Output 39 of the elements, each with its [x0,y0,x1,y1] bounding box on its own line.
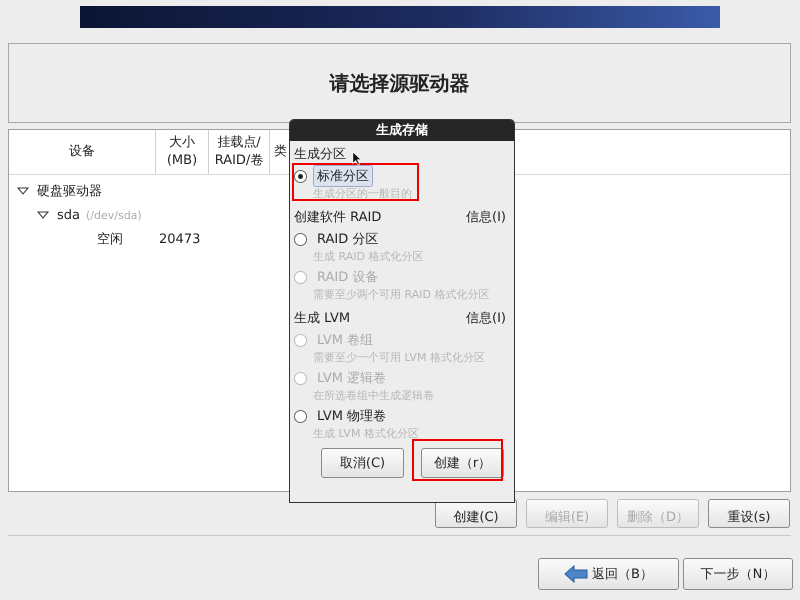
mouse-pointer-icon [352,151,362,166]
option-label: LVM 逻辑卷 [316,370,388,388]
section-heading: 生成分区 [294,146,346,163]
back-button[interactable]: 返回（B） [538,558,679,590]
expanded-triangle-icon[interactable] [17,185,29,197]
info-link[interactable]: 信息(I) [466,309,506,327]
dialog-title: 生成存储 [290,120,514,141]
column-header[interactable]: 挂载点/ RAID/卷 [209,130,270,174]
section-heading: 创建软件 RAID [294,209,382,226]
option-label[interactable]: LVM 物理卷 [313,405,390,427]
radio-button[interactable] [294,232,307,246]
info-link[interactable]: 信息(I) [466,208,506,226]
device-name: sda [57,208,80,222]
action-button[interactable]: 重设(s) [708,499,790,528]
next-button[interactable]: 下一步（N） [683,558,793,590]
option-label: RAID 设备 [316,269,380,287]
option-label: LVM 卷组 [316,332,374,350]
dialog-button[interactable]: 创建（r） [421,448,504,478]
radio-button[interactable] [294,410,307,422]
option-description: 生成 LVM 格式化分区 [312,426,420,441]
device-name: 硬盘驱动器 [37,183,102,200]
option-description: 生成 RAID 格式化分区 [312,249,424,264]
option-description: 需要至少两个可用 RAID 格式化分区 [312,287,490,302]
option-description: 需要至少一个可用 LVM 格式化分区 [312,350,486,365]
section-heading: 生成 LVM [294,310,350,327]
radio-button[interactable] [294,170,307,182]
column-header[interactable]: 设备 [9,130,156,174]
option-description: 在所选卷组中生成逻辑卷 [312,388,435,403]
left-arrow-icon [564,565,588,583]
option-label[interactable]: RAID 分区 [313,228,382,250]
page-title: 请选择源驱动器 [330,70,470,96]
device-name: 空闲 [97,231,123,248]
size-value: 20473 [159,232,200,246]
column-header[interactable]: 大小 (MB) [156,130,209,174]
expanded-triangle-icon[interactable] [37,209,49,221]
option-description: 生成分区的一般目的 [312,186,413,201]
device-path: (/dev/sda) [86,208,142,222]
option-label[interactable]: 标准分区 [313,165,373,187]
dialog-button[interactable]: 取消(C) [321,448,404,478]
